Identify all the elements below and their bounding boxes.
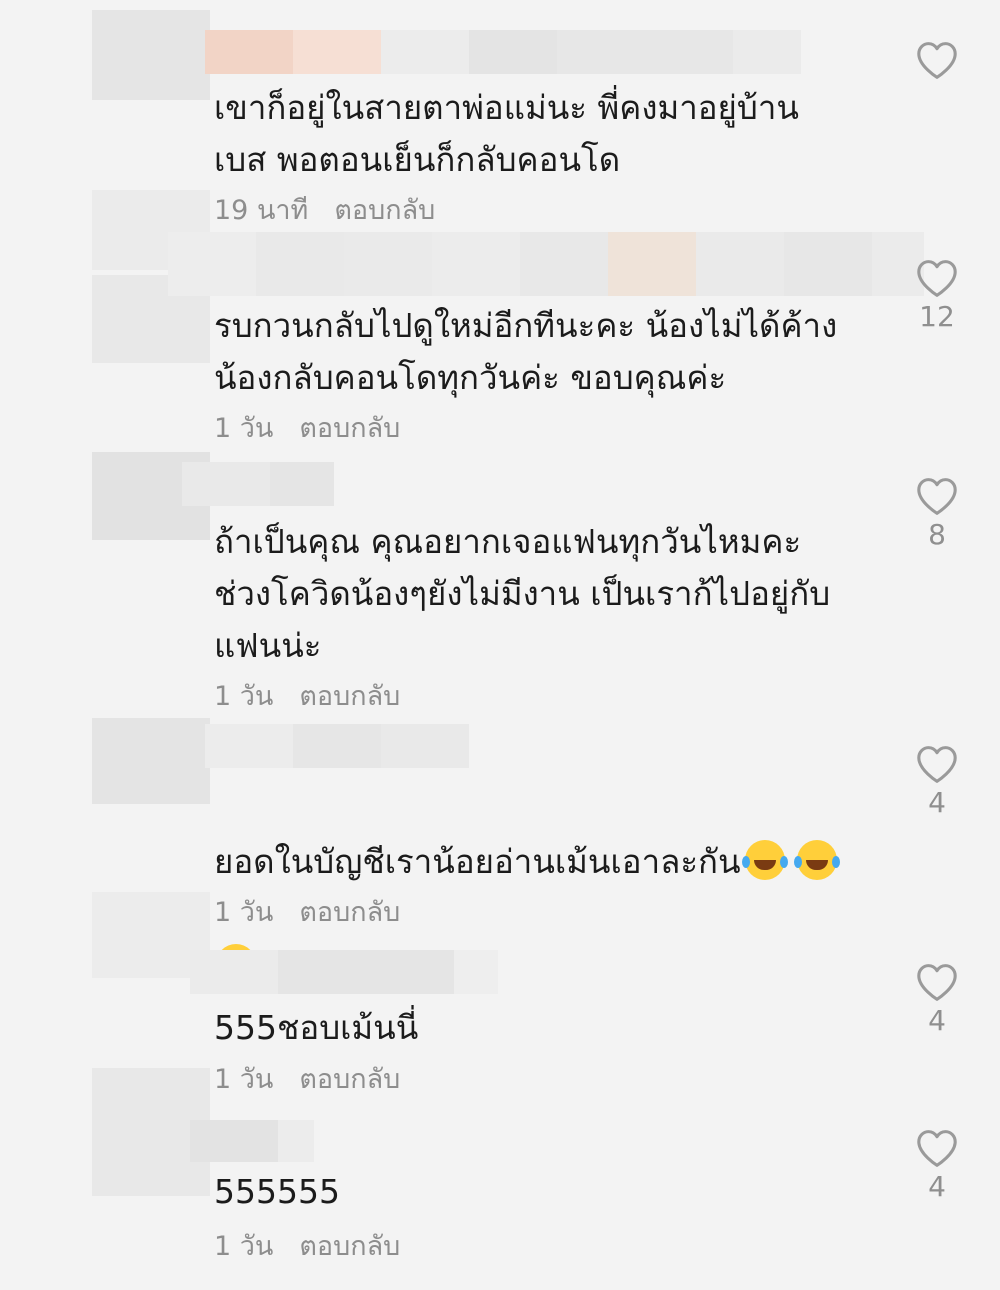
- reply-button[interactable]: ตอบกลับ: [299, 412, 400, 446]
- like-count: 4: [928, 1004, 946, 1037]
- reply-button[interactable]: ตอบกลับ: [299, 1063, 400, 1097]
- like-button[interactable]: 8: [912, 476, 962, 552]
- username-blurred[interactable]: [190, 1120, 314, 1162]
- reply-button[interactable]: ตอบกลับ: [299, 680, 400, 714]
- heart-icon: [917, 1130, 957, 1167]
- comment-text: เขาก็อยู่ในสายตาพ่อแม่นะ พี่คงมาอยู่บ้าน…: [214, 88, 799, 179]
- comment-meta: 1 วัน ตอบกลับ: [214, 680, 400, 714]
- like-button[interactable]: 4: [912, 744, 962, 820]
- comment-text: 555ชอบเม้นนี่: [214, 1008, 419, 1047]
- comment-meta: 1 วัน ตอบกลับ: [214, 896, 400, 930]
- avatar[interactable]: [92, 10, 210, 100]
- like-count: 4: [928, 786, 946, 819]
- comment-meta: 19 นาที ตอบกลับ: [214, 194, 435, 228]
- comment-time: 1 วัน: [214, 897, 274, 928]
- like-count: 12: [919, 300, 955, 333]
- like-button[interactable]: 12: [912, 258, 962, 334]
- face-with-tears-of-joy-icon: [741, 839, 785, 880]
- like-button[interactable]: [912, 40, 962, 82]
- username-blurred[interactable]: [190, 950, 498, 994]
- reply-button[interactable]: ตอบกลับ: [299, 1230, 400, 1264]
- comment-time: 19 นาที: [214, 195, 309, 226]
- comment-text: ถ้าเป็นคุณ คุณอยากเจอแฟนทุกวันไหมคะ ช่วง…: [214, 522, 831, 665]
- username-blurred[interactable]: [168, 232, 924, 296]
- comment-text-line: ยอดในบัญชีเราน้อยอ่านเม้นเอาละกัน: [214, 842, 741, 881]
- reply-button[interactable]: ตอบกลับ: [299, 896, 400, 930]
- face-with-tears-of-joy-icon: [793, 839, 837, 880]
- heart-icon: [917, 964, 957, 1001]
- reply-button[interactable]: ตอบกลับ: [334, 194, 435, 228]
- like-button[interactable]: 4: [912, 1128, 962, 1204]
- username-blurred[interactable]: [205, 30, 801, 74]
- like-count: 4: [928, 1170, 946, 1203]
- heart-icon: [917, 260, 957, 297]
- comment-thread: เขาก็อยู่ในสายตาพ่อแม่นะ พี่คงมาอยู่บ้าน…: [0, 0, 1000, 1290]
- heart-icon: [917, 42, 957, 79]
- comment-time: 1 วัน: [214, 413, 274, 444]
- comment-time: 1 วัน: [214, 1064, 274, 1095]
- comment-text: 555555: [214, 1172, 340, 1211]
- avatar[interactable]: [92, 718, 210, 804]
- comment-meta: 1 วัน ตอบกลับ: [214, 1063, 400, 1097]
- comment-meta: 1 วัน ตอบกลับ: [214, 412, 400, 446]
- like-button[interactable]: 4: [912, 962, 962, 1038]
- heart-icon: [917, 746, 957, 783]
- comment-meta: 1 วัน ตอบกลับ: [214, 1230, 400, 1264]
- comment-text: รบกวนกลับไปดูใหม่อีกทีนะคะ น้องไม่ได้ค้า…: [214, 306, 838, 397]
- comment-time: 1 วัน: [214, 681, 274, 712]
- comment-time: 1 วัน: [214, 1231, 274, 1262]
- heart-icon: [917, 478, 957, 515]
- like-count: 8: [928, 518, 946, 551]
- username-blurred[interactable]: [205, 724, 469, 768]
- username-blurred[interactable]: [182, 462, 334, 506]
